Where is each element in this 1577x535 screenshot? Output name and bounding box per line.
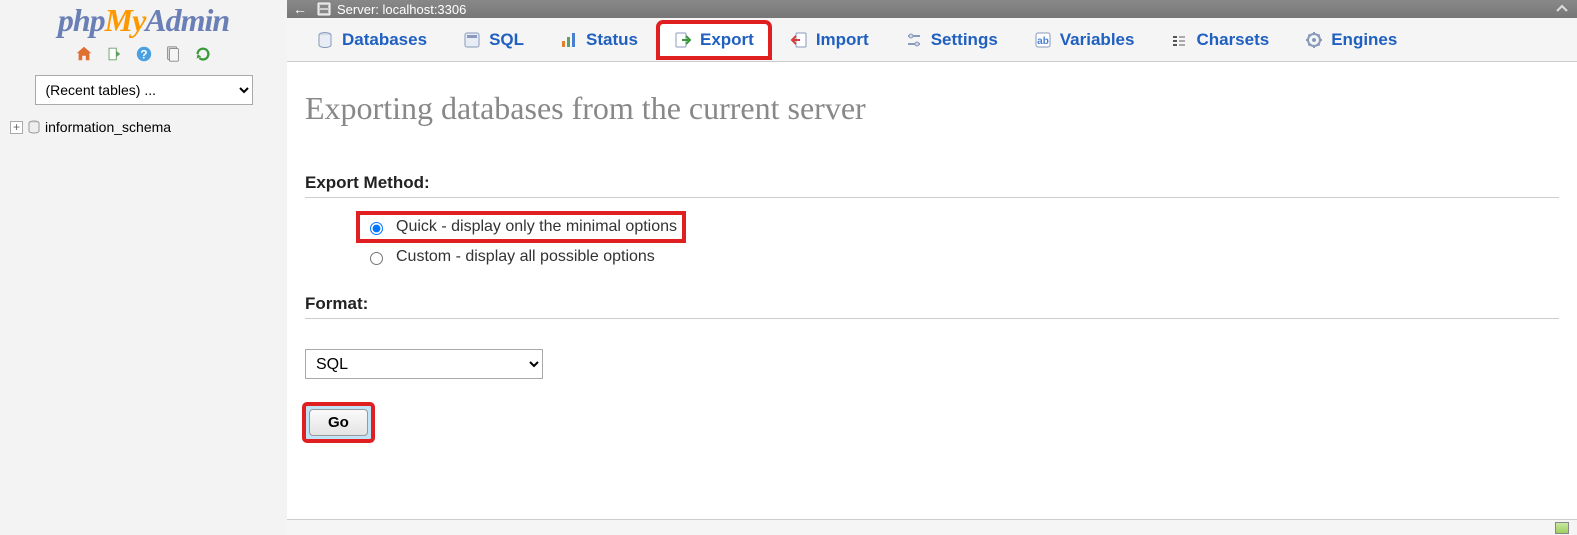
tab-label: Variables: [1060, 30, 1135, 50]
tab-status[interactable]: Status: [545, 23, 653, 57]
back-icon[interactable]: ←: [293, 1, 307, 17]
db-name-label: information_schema: [45, 119, 171, 135]
phpmyadmin-logo[interactable]: phpMyAdmin: [10, 2, 277, 39]
refresh-icon[interactable]: [193, 45, 213, 65]
logo-part-admin: Admin: [145, 2, 229, 38]
svg-text:ab: ab: [1037, 36, 1049, 47]
status-icon: [560, 31, 578, 49]
import-icon: [790, 31, 808, 49]
server-breadcrumb[interactable]: Server: localhost:3306: [317, 2, 466, 17]
tab-label: Export: [700, 30, 754, 50]
export-method-custom-option[interactable]: Custom - display all possible options: [359, 244, 661, 270]
tab-import[interactable]: Import: [775, 23, 884, 57]
expand-icon[interactable]: +: [10, 121, 23, 134]
divider: [305, 318, 1559, 319]
tab-label: Status: [586, 30, 638, 50]
home-icon[interactable]: [74, 45, 94, 65]
logo-part-my: My: [105, 2, 146, 38]
go-button-wrapper: Go: [305, 405, 372, 440]
export-icon: [674, 31, 692, 49]
engines-icon: [1305, 31, 1323, 49]
tab-engines[interactable]: Engines: [1290, 23, 1412, 57]
tab-label: Databases: [342, 30, 427, 50]
format-select[interactable]: SQL: [305, 349, 543, 379]
sidebar-toolbar: ?: [10, 45, 277, 65]
tab-databases[interactable]: Databases: [301, 23, 442, 57]
tab-variables[interactable]: ab Variables: [1019, 23, 1150, 57]
tab-label: Settings: [931, 30, 998, 50]
export-method-custom-radio[interactable]: [370, 252, 383, 265]
settings-icon: [905, 31, 923, 49]
divider: [305, 197, 1559, 198]
tab-settings[interactable]: Settings: [890, 23, 1013, 57]
server-label: Server: localhost:3306: [337, 2, 466, 17]
db-tree: + information_schema: [10, 119, 277, 135]
export-method-options: Quick - display only the minimal options…: [359, 214, 1559, 270]
charsets-icon: [1170, 31, 1188, 49]
export-method-quick-radio[interactable]: [370, 222, 383, 235]
help-icon[interactable]: ?: [134, 45, 154, 65]
format-label: Format:: [305, 294, 1559, 314]
query-window-icon[interactable]: [163, 45, 183, 65]
logout-icon[interactable]: [104, 45, 124, 65]
svg-text:?: ?: [140, 49, 147, 62]
tab-label: SQL: [489, 30, 524, 50]
status-indicator-icon[interactable]: [1555, 522, 1569, 534]
tab-export[interactable]: Export: [659, 23, 769, 57]
tab-label: Charsets: [1196, 30, 1269, 50]
tab-sql[interactable]: SQL: [448, 23, 539, 57]
status-bar: [287, 519, 1577, 535]
database-icon: [27, 120, 41, 134]
go-button[interactable]: Go: [309, 409, 368, 436]
collapse-icon[interactable]: [1555, 2, 1569, 16]
server-icon: [317, 2, 331, 16]
sidebar: phpMyAdmin ? (Recent tables) ... + infor…: [0, 0, 287, 535]
export-method-label: Export Method:: [305, 173, 1559, 193]
sql-icon: [463, 31, 481, 49]
export-method-custom-label: Custom - display all possible options: [396, 248, 655, 266]
recent-tables-select[interactable]: (Recent tables) ...: [35, 75, 253, 105]
main-tabs: Databases SQL Status Export Import Setti…: [287, 18, 1577, 62]
export-method-quick-option[interactable]: Quick - display only the minimal options: [359, 214, 683, 240]
variables-icon: ab: [1034, 31, 1052, 49]
tab-label: Engines: [1331, 30, 1397, 50]
databases-icon: [316, 31, 334, 49]
db-tree-item-information-schema[interactable]: + information_schema: [10, 119, 277, 135]
server-breadcrumb-bar: ← Server: localhost:3306: [287, 0, 1577, 18]
tab-charsets[interactable]: Charsets: [1155, 23, 1284, 57]
export-method-quick-label: Quick - display only the minimal options: [396, 218, 677, 236]
tab-label: Import: [816, 30, 869, 50]
page-title: Exporting databases from the current ser…: [305, 90, 1559, 127]
main-content: Exporting databases from the current ser…: [287, 62, 1577, 519]
logo-part-php: php: [58, 2, 105, 38]
